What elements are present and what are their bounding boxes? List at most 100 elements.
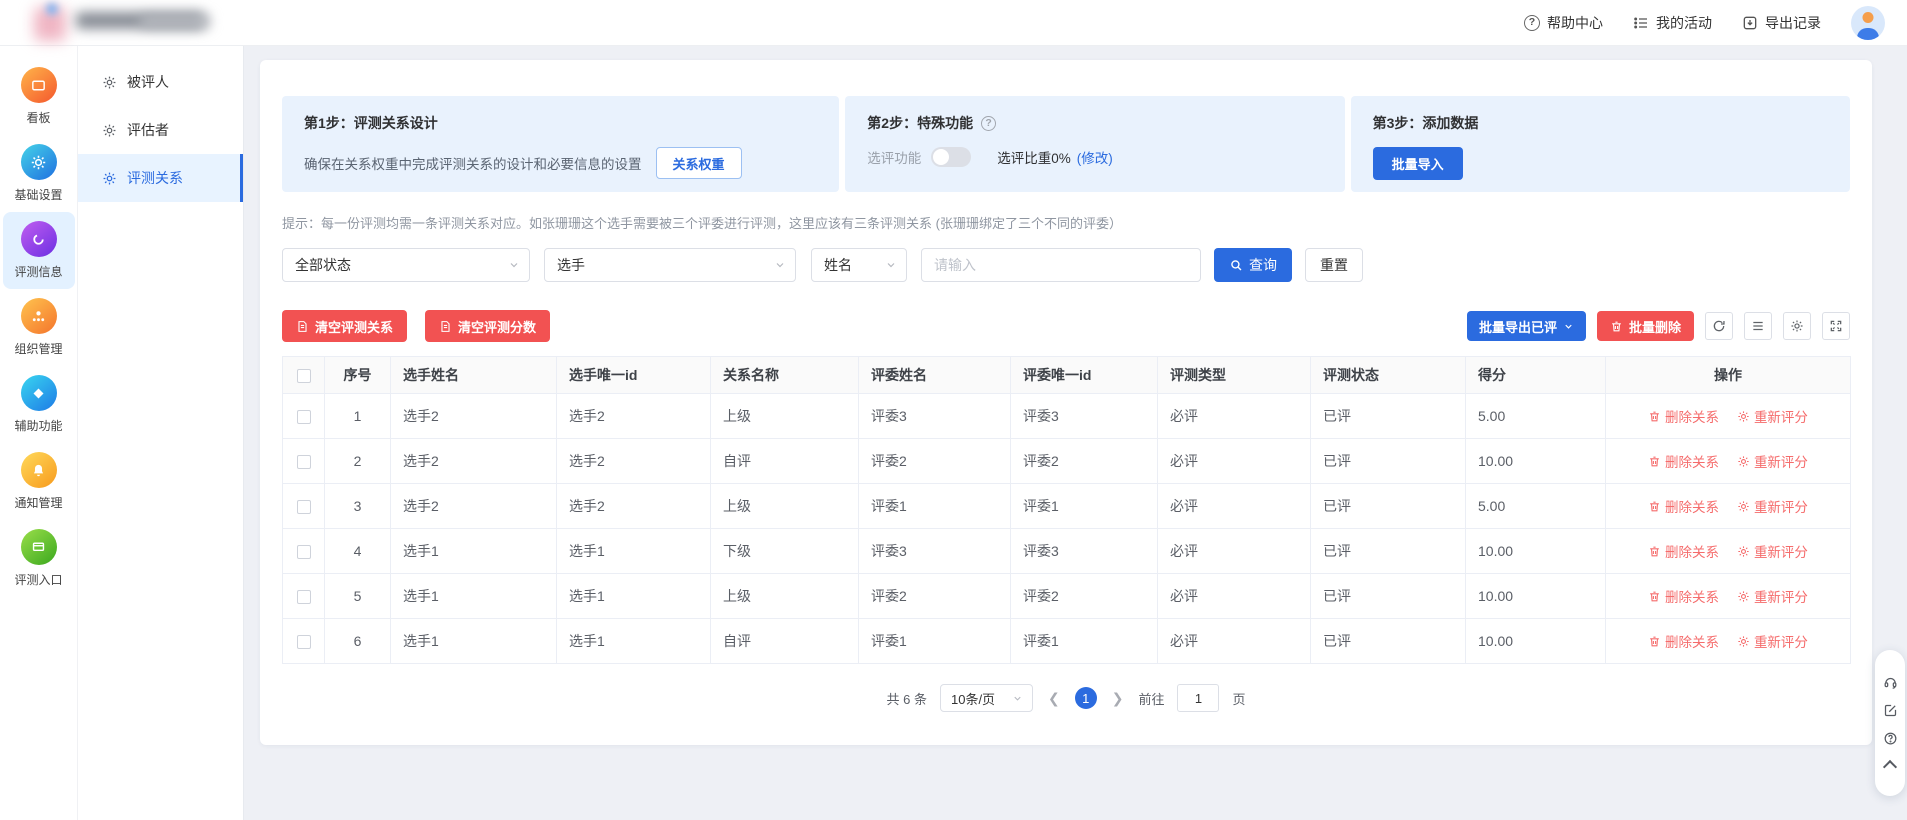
rescore-link[interactable]: 重新评分 <box>1737 406 1808 426</box>
clear-relations-button[interactable]: 清空评测关系 <box>282 310 407 342</box>
sidebar-item-eval-info[interactable]: 评测信息 <box>3 212 75 289</box>
rescore-link[interactable]: 重新评分 <box>1737 586 1808 606</box>
cell-player-id: 选手1 <box>557 619 711 664</box>
rescore-link[interactable]: 重新评分 <box>1737 631 1808 651</box>
field-select[interactable]: 姓名 <box>811 248 907 282</box>
rescore-link[interactable]: 重新评分 <box>1737 541 1808 561</box>
document-icon <box>439 320 452 333</box>
trash-icon <box>1648 635 1661 648</box>
search-button[interactable]: 查询 <box>1214 248 1292 282</box>
delete-relation-link[interactable]: 删除关系 <box>1648 631 1719 651</box>
app-logo <box>20 3 240 43</box>
status-select[interactable]: 全部状态 <box>282 248 530 282</box>
page-size-select[interactable]: 10条/页 <box>940 684 1033 712</box>
total-count: 共 6 条 <box>887 689 927 708</box>
delete-relation-link[interactable]: 删除关系 <box>1648 496 1719 516</box>
delete-relation-link[interactable]: 删除关系 <box>1648 586 1719 606</box>
cell-player-id: 选手1 <box>557 574 711 619</box>
row-checkbox[interactable] <box>297 590 311 604</box>
trash-icon <box>1648 545 1661 558</box>
step2-title: 第2步：特殊功能 <box>867 113 973 133</box>
delete-relation-link[interactable]: 删除关系 <box>1648 451 1719 471</box>
bell-icon <box>21 452 57 488</box>
cell-score: 5.00 <box>1466 394 1606 439</box>
gear-icon <box>1737 410 1750 423</box>
sidebar-item-notify-management[interactable]: 通知管理 <box>3 443 75 520</box>
feedback-note-icon[interactable] <box>1883 703 1898 718</box>
cell-judge-name: 评委3 <box>859 529 1011 574</box>
cell-judge-id: 评委1 <box>1011 619 1158 664</box>
cell-no: 3 <box>325 484 391 529</box>
org-icon <box>21 298 57 334</box>
rescore-link[interactable]: 重新评分 <box>1737 496 1808 516</box>
help-center-link[interactable]: 帮助中心 <box>1524 13 1603 33</box>
floating-helper-panel <box>1875 650 1905 796</box>
page-unit-label: 页 <box>1232 689 1245 708</box>
delete-relation-link[interactable]: 删除关系 <box>1648 406 1719 426</box>
sidebar-item-eval-entry[interactable]: 评测入口 <box>3 520 75 597</box>
submenu-item-eval-relations[interactable]: 评测关系 <box>78 154 243 202</box>
delete-relation-link[interactable]: 删除关系 <box>1648 541 1719 561</box>
back-to-top-icon[interactable] <box>1883 759 1897 773</box>
current-page-button[interactable]: 1 <box>1075 687 1097 709</box>
select-all-checkbox[interactable] <box>297 369 311 383</box>
trash-icon <box>1648 500 1661 513</box>
cell-player-id: 选手2 <box>557 484 711 529</box>
row-checkbox[interactable] <box>297 545 311 559</box>
steps-banner: 第1步：评测关系设计 确保在关系权重中完成评测关系的设计和必要信息的设置 关系权… <box>282 96 1850 192</box>
col-header-player-name: 选手姓名 <box>391 357 557 394</box>
trash-icon <box>1610 320 1623 333</box>
row-checkbox[interactable] <box>297 410 311 424</box>
help-question-icon[interactable] <box>1883 731 1898 746</box>
reset-button[interactable]: 重置 <box>1305 248 1363 282</box>
select-eval-toggle[interactable] <box>931 147 971 167</box>
cell-eval-status: 已评 <box>1311 439 1466 484</box>
sidebar-item-base-settings[interactable]: 基础设置 <box>3 135 75 212</box>
col-header-score: 得分 <box>1466 357 1606 394</box>
batch-export-button[interactable]: 批量导出已评 <box>1467 311 1586 341</box>
customer-service-icon[interactable] <box>1883 675 1898 690</box>
fullscreen-icon <box>1829 319 1843 333</box>
target-type-select[interactable]: 选手 <box>544 248 796 282</box>
rescore-link[interactable]: 重新评分 <box>1737 451 1808 471</box>
submenu-item-evaluated[interactable]: 被评人 <box>78 58 243 106</box>
submenu-item-evaluator[interactable]: 评估者 <box>78 106 243 154</box>
sidebar-item-aux-functions[interactable]: 辅助功能 <box>3 366 75 443</box>
keyword-input[interactable]: 请输入 <box>921 248 1201 282</box>
batch-import-button[interactable]: 批量导入 <box>1373 147 1463 180</box>
chevron-down-icon <box>1012 693 1023 704</box>
fullscreen-button[interactable] <box>1822 312 1850 340</box>
clear-scores-button[interactable]: 清空评测分数 <box>425 310 550 342</box>
row-checkbox[interactable] <box>297 455 311 469</box>
cell-eval-type: 必评 <box>1158 439 1311 484</box>
my-activities-link[interactable]: 我的活动 <box>1633 13 1712 33</box>
cell-player-name: 选手2 <box>391 394 557 439</box>
prev-page-button[interactable]: ❮ <box>1046 690 1062 707</box>
goto-page-input[interactable]: 1 <box>1177 684 1219 712</box>
sidebar-item-kanban[interactable]: 看板 <box>3 58 75 135</box>
main-content-card: 第1步：评测关系设计 确保在关系权重中完成评测关系的设计和必要信息的设置 关系权… <box>260 60 1872 745</box>
help-center-label: 帮助中心 <box>1547 13 1603 33</box>
relation-weight-button[interactable]: 关系权重 <box>656 147 742 179</box>
column-settings-button[interactable] <box>1783 312 1811 340</box>
row-checkbox[interactable] <box>297 500 311 514</box>
cell-player-id: 选手2 <box>557 394 711 439</box>
export-records-link[interactable]: 导出记录 <box>1742 13 1821 33</box>
batch-delete-button[interactable]: 批量删除 <box>1597 311 1694 341</box>
select-eval-toggle-label: 选评功能 <box>867 147 921 167</box>
user-avatar[interactable] <box>1851 6 1885 40</box>
next-page-button[interactable]: ❯ <box>1110 690 1126 707</box>
table-row: 3 选手2 选手2 上级 评委1 评委1 必评 已评 5.00 删除关系 重新评… <box>283 484 1851 529</box>
sidebar-item-org-management[interactable]: 组织管理 <box>3 289 75 366</box>
cell-score: 10.00 <box>1466 574 1606 619</box>
cell-no: 6 <box>325 619 391 664</box>
step2-panel: 第2步：特殊功能 选评功能 选评比重0% (修改) <box>845 96 1344 192</box>
row-checkbox[interactable] <box>297 635 311 649</box>
cell-score: 10.00 <box>1466 529 1606 574</box>
col-header-judge-id: 评委唯一id <box>1011 357 1158 394</box>
step2-help-icon[interactable] <box>981 116 996 131</box>
cell-judge-name: 评委2 <box>859 574 1011 619</box>
modify-ratio-link[interactable]: (修改) <box>1077 147 1113 167</box>
density-button[interactable] <box>1744 312 1772 340</box>
refresh-button[interactable] <box>1705 312 1733 340</box>
